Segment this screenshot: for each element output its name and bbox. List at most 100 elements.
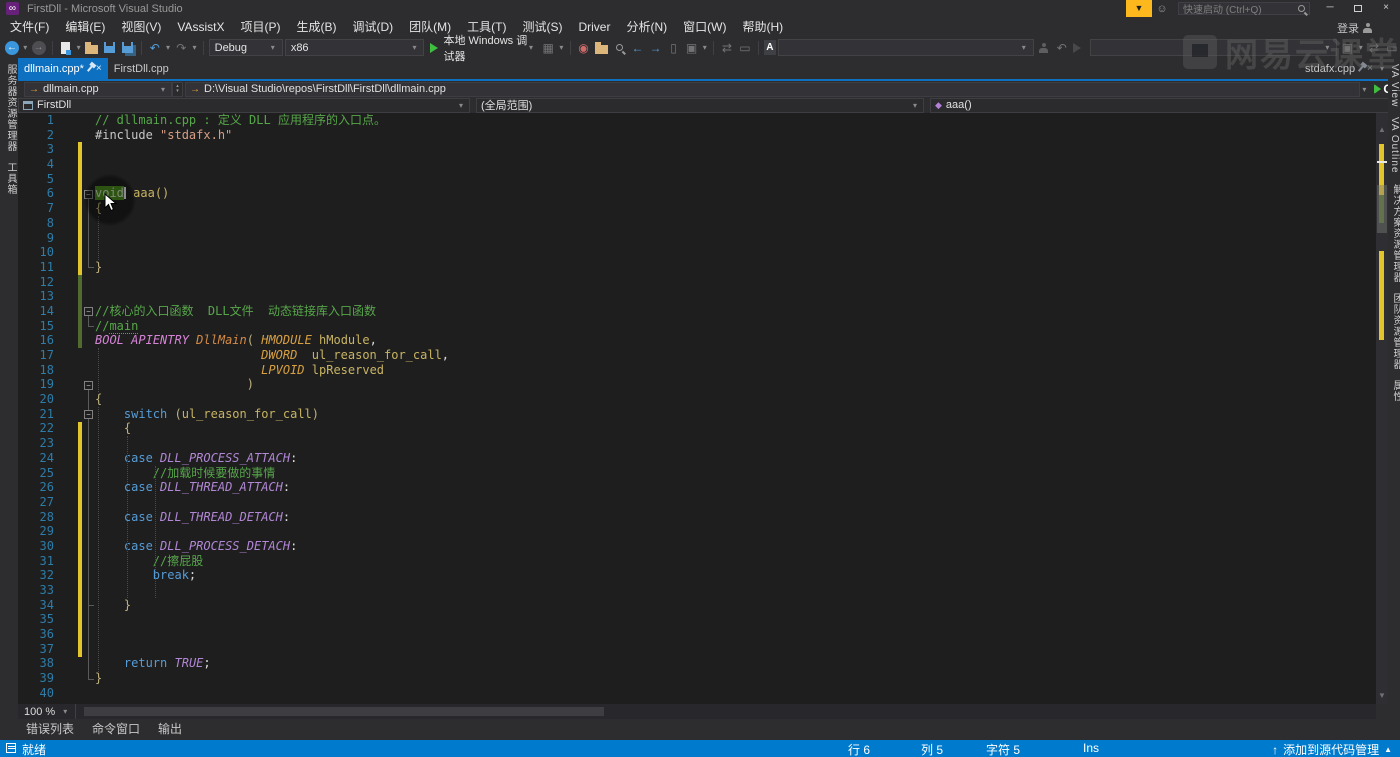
nav-backward-icon[interactable]: ← xyxy=(630,39,646,57)
code-line[interactable]: 39} xyxy=(18,671,1376,686)
code-line[interactable]: 5 xyxy=(18,172,1376,187)
va-goto-icon[interactable]: ⇄ xyxy=(1366,39,1382,57)
vassistx-icon[interactable]: A xyxy=(764,40,776,55)
new-file-dropdown[interactable]: ▾ xyxy=(75,43,82,52)
vertical-scrollbar[interactable]: ▲ ▼ xyxy=(1376,113,1388,704)
minimize-button[interactable]: ─ xyxy=(1316,0,1344,17)
tab-firstdll-cpp[interactable]: FirstDll.cpp xyxy=(108,58,175,79)
menu-item-13[interactable]: 窗口(W) xyxy=(675,17,734,37)
code-line[interactable]: 10 xyxy=(18,245,1376,260)
code-line[interactable]: 20{ xyxy=(18,392,1376,407)
find-icon[interactable] xyxy=(612,39,628,57)
right-strip-tab[interactable]: VA Outline xyxy=(1389,117,1400,174)
fold-collapse-icon[interactable]: − xyxy=(84,307,93,316)
code-line[interactable]: 33 xyxy=(18,583,1376,598)
menu-item-4[interactable]: VAssistX xyxy=(169,17,232,37)
code-line[interactable]: 40 xyxy=(18,686,1376,701)
right-strip-tab[interactable]: 解决方案资源管理器 xyxy=(1389,184,1400,283)
open-file-icon[interactable] xyxy=(85,45,98,54)
code-line[interactable]: 17 DWORD ul_reason_for_call, xyxy=(18,348,1376,363)
code-line[interactable]: 19 ) xyxy=(18,377,1376,392)
code-line[interactable]: 11} xyxy=(18,260,1376,275)
code-line[interactable]: 8 xyxy=(18,216,1376,231)
code-line[interactable]: 37 xyxy=(18,642,1376,657)
left-strip-tab[interactable]: 服务器资源管理器 xyxy=(3,64,18,152)
menu-item-3[interactable]: 视图(V) xyxy=(113,17,169,37)
horizontal-scrollbar-thumb[interactable] xyxy=(84,707,604,716)
panel-tab[interactable]: 错误列表 xyxy=(18,719,82,740)
project-select[interactable]: FirstDll ▾ xyxy=(18,98,470,113)
va-refactor-icon[interactable] xyxy=(1036,39,1052,57)
word-wrap-icon[interactable]: ▣ xyxy=(684,39,700,57)
menu-item-12[interactable]: 分析(N) xyxy=(618,17,675,37)
menu-item-14[interactable]: 帮助(H) xyxy=(734,17,791,37)
va-search-icon[interactable]: ▣ xyxy=(1339,39,1355,57)
navigate-back-icon[interactable]: ← xyxy=(5,41,19,55)
code-line[interactable]: 30 case DLL_PROCESS_DETACH: xyxy=(18,539,1376,554)
breakpoint-icon[interactable]: ◉ xyxy=(576,39,592,57)
panel-tab[interactable]: 输出 xyxy=(150,719,190,740)
code-line[interactable]: 21 switch (ul_reason_for_call) xyxy=(18,407,1376,422)
tab-list-dropdown[interactable]: ▾ xyxy=(1378,64,1386,73)
save-all-icon[interactable] xyxy=(122,42,133,53)
code-line[interactable]: 26 case DLL_THREAD_ATTACH: xyxy=(18,480,1376,495)
file-combo[interactable]: → dllmain.cpp ▾ xyxy=(24,82,172,97)
zoom-select[interactable]: 100 % ▾ xyxy=(18,704,76,719)
path-dropdown[interactable]: ▾ xyxy=(1360,85,1368,94)
right-strip-tab[interactable]: 属性 xyxy=(1389,380,1400,402)
attach-process-icon[interactable]: ▦ xyxy=(540,39,556,57)
fold-collapse-icon[interactable]: − xyxy=(84,381,93,390)
code-line[interactable]: 31 //擦屁股 xyxy=(18,554,1376,569)
navigate-forward-icon[interactable]: → xyxy=(32,41,46,55)
preview-tab-stdafx-cpp[interactable]: stdafx.cpp × ▾ xyxy=(1305,58,1386,79)
code-line[interactable]: 9 xyxy=(18,231,1376,246)
code-line[interactable]: 1// dllmain.cpp : 定义 DLL 应用程序的入口点。 xyxy=(18,113,1376,128)
panel-tab[interactable]: 命令窗口 xyxy=(84,719,148,740)
menu-item-11[interactable]: Driver xyxy=(570,17,618,37)
code-line[interactable]: 27 xyxy=(18,495,1376,510)
code-line[interactable]: 15//main xyxy=(18,319,1376,334)
comment-icon[interactable]: ▭ xyxy=(737,39,753,57)
left-strip-tab[interactable]: 工具箱 xyxy=(3,162,18,195)
code-line[interactable]: 25 //加载时候要做的事情 xyxy=(18,466,1376,481)
member-select[interactable]: ◆ aaa() ▾ xyxy=(930,98,1400,113)
bookmark-icon[interactable]: ▯ xyxy=(666,39,682,57)
menu-item-5[interactable]: 项目(P) xyxy=(232,17,288,37)
code-line[interactable]: 14//核心的入口函数 DLL文件 动态链接库入口函数 xyxy=(18,304,1376,319)
undo-dropdown[interactable]: ▾ xyxy=(165,43,172,52)
scroll-up-icon[interactable]: ▲ xyxy=(1376,125,1388,134)
fold-collapse-icon[interactable]: − xyxy=(84,410,93,419)
code-line[interactable]: 34 } xyxy=(18,598,1376,613)
code-line[interactable]: 38 return TRUE; xyxy=(18,656,1376,671)
code-line[interactable]: 7{ xyxy=(18,201,1376,216)
scope-select[interactable]: (全局范围) ▾ xyxy=(476,98,924,113)
redo-dropdown[interactable]: ▾ xyxy=(191,43,198,52)
menu-item-1[interactable]: 文件(F) xyxy=(2,17,57,37)
vassistx-find-select[interactable]: ▾ xyxy=(1090,39,1338,56)
redo-icon[interactable]: ↷ xyxy=(173,39,189,57)
menu-item-7[interactable]: 调试(D) xyxy=(344,17,401,37)
close-button[interactable]: × xyxy=(1372,0,1400,17)
code-line[interactable]: 22 { xyxy=(18,421,1376,436)
code-line[interactable]: 23 xyxy=(18,436,1376,451)
tab-close-icon[interactable]: × xyxy=(96,63,102,74)
scrollbar-thumb[interactable] xyxy=(1377,185,1387,233)
va-edit-icon[interactable]: ↶ xyxy=(1054,39,1070,57)
pin-icon[interactable] xyxy=(87,65,93,72)
tab-close-icon[interactable]: × xyxy=(1367,63,1373,74)
menu-item-6[interactable]: 生成(B) xyxy=(288,17,344,37)
vassistx-context-select[interactable]: ▾ xyxy=(778,39,1034,56)
code-line[interactable]: 3 xyxy=(18,142,1376,157)
restore-button[interactable] xyxy=(1344,0,1372,17)
va-play-icon[interactable] xyxy=(1072,39,1088,57)
code-line[interactable]: 18 LPVOID lpReserved xyxy=(18,363,1376,378)
file-spinner[interactable]: ▴▾ xyxy=(172,82,183,97)
save-icon[interactable] xyxy=(104,42,115,53)
code-line[interactable]: 6void aaa() xyxy=(18,186,1376,201)
quick-launch-input[interactable]: 快速启动 (Ctrl+Q) xyxy=(1178,2,1310,15)
code-line[interactable]: 13 xyxy=(18,289,1376,304)
solution-config-select[interactable]: Debug ▾ xyxy=(209,39,283,56)
va-outline-icon[interactable]: ▭ xyxy=(1384,39,1400,57)
code-line[interactable]: 24 case DLL_PROCESS_ATTACH: xyxy=(18,451,1376,466)
code-line[interactable]: 28 case DLL_THREAD_DETACH: xyxy=(18,510,1376,525)
